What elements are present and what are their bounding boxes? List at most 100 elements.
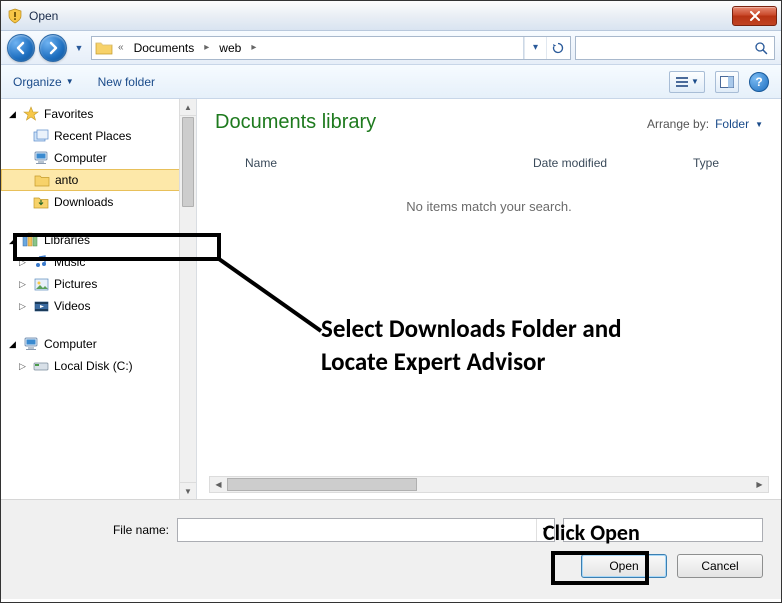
tree-item-downloads[interactable]: Downloads bbox=[1, 191, 180, 213]
new-folder-button[interactable]: New folder bbox=[98, 75, 155, 89]
refresh-button[interactable] bbox=[546, 37, 568, 59]
tree-item-pictures[interactable]: ▷ Pictures bbox=[1, 273, 180, 295]
tree-label: Libraries bbox=[44, 233, 90, 247]
toolbar: Organize ▼ New folder ▼ ? bbox=[1, 65, 781, 99]
file-name-combo[interactable]: ▼ bbox=[177, 518, 555, 542]
library-title: Documents library bbox=[215, 111, 376, 134]
nav-history-dropdown[interactable]: ▼ bbox=[71, 37, 87, 59]
search-input[interactable] bbox=[580, 40, 754, 56]
column-headers[interactable]: Name Date modified Type bbox=[215, 156, 763, 171]
footer: File name: ▼ Open Cancel bbox=[1, 499, 781, 599]
drive-icon bbox=[32, 358, 50, 374]
recent-places-icon bbox=[32, 128, 50, 144]
chevron-down-icon: ▼ bbox=[66, 77, 74, 86]
scroll-right-icon[interactable]: ▶ bbox=[751, 477, 768, 492]
star-icon bbox=[22, 106, 40, 122]
chevron-down-icon: ▼ bbox=[691, 77, 699, 86]
search-icon[interactable] bbox=[754, 41, 770, 55]
column-type[interactable]: Type bbox=[693, 156, 763, 170]
arrange-by-value[interactable]: Folder bbox=[715, 117, 749, 131]
navigation-tree: ◢ Favorites Recent Places Computer bbox=[1, 99, 197, 499]
tree-label: Recent Places bbox=[54, 129, 131, 143]
tree-label: Computer bbox=[54, 151, 107, 165]
expand-icon[interactable]: ▷ bbox=[17, 301, 28, 312]
forward-button[interactable] bbox=[39, 34, 67, 62]
new-folder-label: New folder bbox=[98, 75, 155, 89]
scroll-left-icon[interactable]: ◀ bbox=[210, 477, 227, 492]
arrow-right-icon bbox=[46, 41, 60, 55]
chevron-right-icon[interactable]: ▸ bbox=[200, 42, 213, 53]
downloads-folder-icon bbox=[32, 194, 50, 210]
shield-icon bbox=[7, 8, 23, 24]
collapse-icon[interactable]: ◢ bbox=[7, 235, 18, 246]
arrange-by[interactable]: Arrange by: Folder ▼ bbox=[647, 117, 763, 131]
preview-pane-icon bbox=[720, 76, 734, 88]
chevron-right-icon[interactable]: ▸ bbox=[247, 42, 260, 53]
organize-button[interactable]: Organize ▼ bbox=[13, 75, 74, 89]
tree-label: Favorites bbox=[44, 107, 93, 121]
organize-label: Organize bbox=[13, 75, 62, 89]
videos-icon bbox=[32, 298, 50, 314]
column-date[interactable]: Date modified bbox=[533, 156, 693, 170]
libraries-icon bbox=[22, 232, 40, 248]
tree-label: Music bbox=[54, 255, 85, 269]
content-h-scrollbar[interactable]: ◀ ▶ bbox=[209, 476, 769, 493]
collapse-icon[interactable]: ◢ bbox=[7, 109, 18, 120]
tree-label: Videos bbox=[54, 299, 90, 313]
expand-icon[interactable]: ▷ bbox=[17, 361, 28, 372]
music-icon bbox=[32, 254, 50, 270]
window-title: Open bbox=[29, 9, 58, 23]
tree-item-music[interactable]: ▷ Music bbox=[1, 251, 180, 273]
scroll-up-icon[interactable]: ▲ bbox=[180, 99, 196, 116]
address-dropdown[interactable]: ▾ bbox=[524, 37, 546, 59]
navigation-bar: ▼ « Documents ▸ web ▸ ▾ bbox=[1, 31, 781, 65]
cancel-button-label: Cancel bbox=[701, 559, 738, 573]
breadcrumb-web[interactable]: web bbox=[213, 37, 247, 59]
close-button[interactable] bbox=[732, 6, 777, 26]
collapse-icon[interactable]: ◢ bbox=[7, 339, 18, 350]
open-button-label: Open bbox=[609, 559, 638, 573]
tree-item-computer[interactable]: Computer bbox=[1, 147, 180, 169]
computer-icon bbox=[32, 150, 50, 166]
help-button[interactable]: ? bbox=[749, 72, 769, 92]
expand-icon[interactable]: ▷ bbox=[17, 257, 28, 268]
address-bar[interactable]: « Documents ▸ web ▸ ▾ bbox=[91, 36, 571, 60]
breadcrumb-documents[interactable]: Documents bbox=[128, 37, 201, 59]
view-mode-button[interactable]: ▼ bbox=[669, 71, 705, 93]
chevron-down-icon: ▼ bbox=[755, 120, 763, 129]
file-name-label: File name: bbox=[19, 523, 169, 537]
search-box[interactable] bbox=[575, 36, 775, 60]
open-button[interactable]: Open bbox=[581, 554, 667, 578]
column-name[interactable]: Name bbox=[215, 156, 533, 170]
computer-icon bbox=[22, 336, 40, 352]
tree-libraries-header[interactable]: ◢ Libraries bbox=[1, 229, 180, 251]
tree-item-recent-places[interactable]: Recent Places bbox=[1, 125, 180, 147]
tree-label: Computer bbox=[44, 337, 97, 351]
refresh-icon bbox=[552, 42, 564, 54]
tree-computer-header[interactable]: ◢ Computer bbox=[1, 333, 180, 355]
tree-item-videos[interactable]: ▷ Videos bbox=[1, 295, 180, 317]
tree-favorites-header[interactable]: ◢ Favorites bbox=[1, 103, 180, 125]
breadcrumb-prefix[interactable]: « bbox=[114, 42, 128, 53]
folder-icon bbox=[33, 172, 51, 188]
scroll-down-icon[interactable]: ▼ bbox=[180, 482, 196, 499]
tree-item-anto[interactable]: anto bbox=[1, 169, 180, 191]
tree-label: anto bbox=[55, 173, 78, 187]
cancel-button[interactable]: Cancel bbox=[677, 554, 763, 578]
tree-label: Local Disk (C:) bbox=[54, 359, 133, 373]
pictures-icon bbox=[32, 276, 50, 292]
tree-scrollbar[interactable]: ▲ ▼ bbox=[179, 99, 196, 499]
file-list-area: Documents library Arrange by: Folder ▼ N… bbox=[197, 99, 781, 499]
folder-icon bbox=[94, 39, 114, 57]
tree-item-local-disk[interactable]: ▷ Local Disk (C:) bbox=[1, 355, 180, 377]
arrange-by-label: Arrange by: bbox=[647, 117, 709, 131]
annotation-click-open: Click Open bbox=[543, 519, 640, 546]
scrollbar-thumb[interactable] bbox=[227, 478, 417, 491]
back-button[interactable] bbox=[7, 34, 35, 62]
expand-icon[interactable]: ▷ bbox=[17, 279, 28, 290]
titlebar: Open bbox=[1, 1, 781, 31]
scrollbar-thumb[interactable] bbox=[182, 117, 194, 207]
file-name-input[interactable] bbox=[178, 523, 536, 537]
preview-pane-button[interactable] bbox=[715, 71, 739, 93]
empty-message: No items match your search. bbox=[215, 199, 763, 214]
